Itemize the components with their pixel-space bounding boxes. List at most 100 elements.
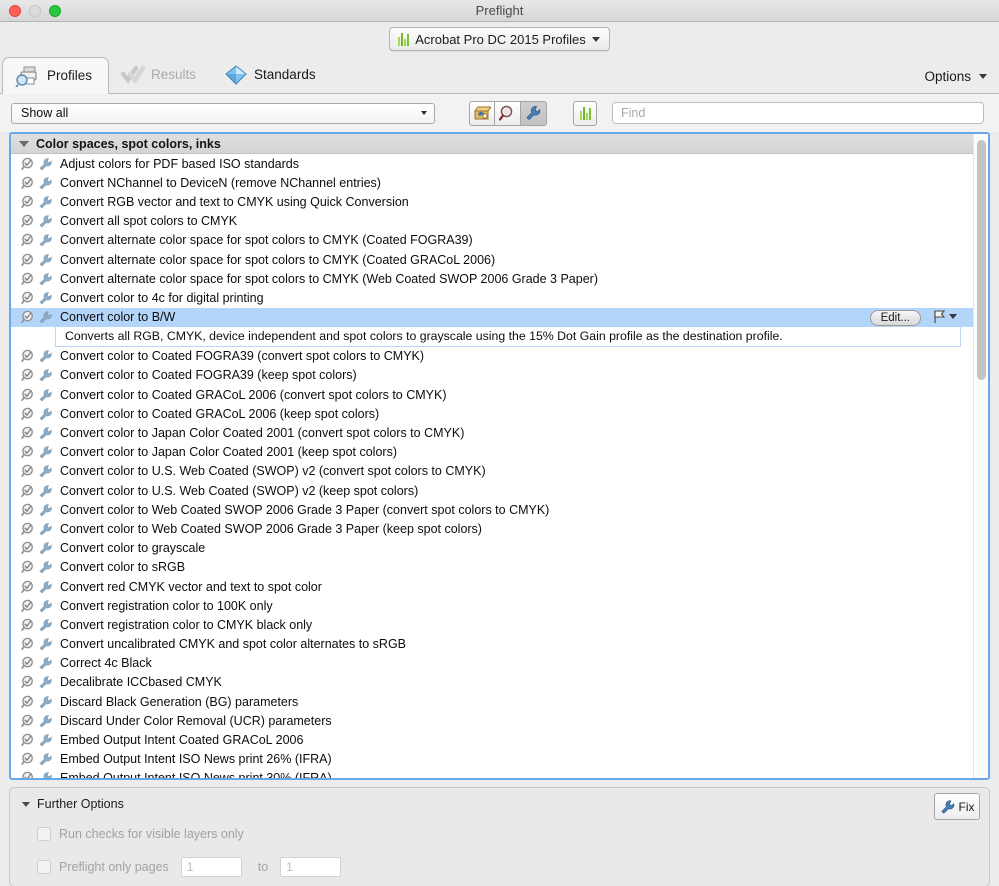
list-item[interactable]: Convert uncalibrated CMYK and spot color… [11, 635, 973, 654]
options-menu-button[interactable]: Options [924, 69, 987, 84]
list-item[interactable]: Embed Output Intent Coated GRACoL 2006 [11, 730, 973, 749]
fixup-wrench-icon [38, 157, 53, 171]
list-item-label: Convert color to Web Coated SWOP 2006 Gr… [60, 503, 549, 517]
fixup-wrench-icon [38, 637, 53, 651]
magnifier-icon [499, 105, 516, 121]
list-item[interactable]: Convert registration color to CMYK black… [11, 615, 973, 634]
tab-results-label: Results [151, 67, 196, 82]
further-options-label: Further Options [37, 797, 124, 811]
show-filter-dropdown[interactable]: Show all [11, 103, 435, 124]
preflight-pages-row[interactable]: Preflight only pages 1 to 1 [37, 857, 977, 877]
list-item[interactable]: Convert color to B/WEdit... [11, 308, 973, 327]
chevron-down-icon [421, 111, 427, 115]
inspect-check-icon [21, 695, 36, 709]
inspect-button[interactable] [495, 101, 521, 126]
page-from-input[interactable]: 1 [181, 857, 242, 877]
list-item-label: Embed Output Intent ISO News print 30% (… [60, 771, 332, 778]
edit-button[interactable]: Edit... [870, 310, 921, 326]
inspect-check-icon [21, 503, 36, 517]
list-item[interactable]: Convert color to grayscale [11, 539, 973, 558]
profile-flag-menu[interactable] [933, 310, 957, 324]
preflight-pages-checkbox[interactable] [37, 860, 51, 874]
find-scope-button[interactable] [573, 101, 597, 126]
list-item[interactable]: Embed Output Intent ISO News print 30% (… [11, 769, 973, 778]
fixup-wrench-icon [38, 195, 53, 209]
fixup-wrench-icon [38, 368, 53, 382]
list-item[interactable]: Convert registration color to 100K only [11, 596, 973, 615]
list-item-label: Convert all spot colors to CMYK [60, 214, 237, 228]
inspect-check-icon [21, 541, 36, 555]
list-item[interactable]: Convert color to Coated FOGRA39 (keep sp… [11, 366, 973, 385]
list-item-label: Convert color to U.S. Web Coated (SWOP) … [60, 484, 418, 498]
inspect-check-icon [21, 560, 36, 574]
checkmarks-icon [121, 65, 145, 85]
scrollbar-thumb[interactable] [977, 140, 986, 380]
list-item[interactable]: Convert color to Japan Color Coated 2001… [11, 423, 973, 442]
fixup-wrench-icon [38, 407, 53, 421]
inspect-check-icon [21, 253, 36, 267]
further-options-header[interactable]: Further Options [22, 797, 977, 811]
list-item[interactable]: Convert color to Web Coated SWOP 2006 Gr… [11, 500, 973, 519]
fixup-wrench-icon [38, 464, 53, 478]
list-item[interactable]: Convert color to U.S. Web Coated (SWOP) … [11, 481, 973, 500]
fixups-button[interactable] [521, 101, 547, 126]
list-item-label: Convert red CMYK vector and text to spot… [60, 580, 322, 594]
list-item[interactable]: Convert color to Japan Color Coated 2001… [11, 443, 973, 462]
list-item[interactable]: Convert color to sRGB [11, 558, 973, 577]
inspect-check-icon [21, 580, 36, 594]
fix-button[interactable]: Fix [934, 793, 980, 820]
list-item[interactable]: Convert color to Coated GRACoL 2006 (con… [11, 385, 973, 404]
list-item-label: Embed Output Intent ISO News print 26% (… [60, 752, 332, 766]
list-item[interactable]: Convert NChannel to DeviceN (remove NCha… [11, 173, 973, 192]
fixup-wrench-icon [38, 733, 53, 747]
package-wrench-icon [474, 105, 491, 121]
title-bar: Preflight [0, 0, 999, 22]
flag-icon [933, 310, 946, 324]
list-group-header[interactable]: Color spaces, spot colors, inks [11, 134, 973, 154]
fix-button-label: Fix [959, 800, 975, 814]
window-title: Preflight [0, 3, 999, 18]
list-item[interactable]: Discard Black Generation (BG) parameters [11, 692, 973, 711]
list-item[interactable]: Convert alternate color space for spot c… [11, 231, 973, 250]
list-item-label: Convert NChannel to DeviceN (remove NCha… [60, 176, 381, 190]
profile-set-dropdown[interactable]: Acrobat Pro DC 2015 Profiles [389, 27, 610, 51]
inspect-check-icon [21, 445, 36, 459]
fixup-wrench-icon [38, 522, 53, 536]
fixup-wrench-icon [38, 541, 53, 555]
list-item[interactable]: Correct 4c Black [11, 654, 973, 673]
package-wrench-button[interactable] [469, 101, 495, 126]
further-options-panel: Further Options Run checks for visible l… [9, 787, 990, 886]
list-item-label: Convert color to 4c for digital printing [60, 291, 264, 305]
list-item[interactable]: Convert color to Coated FOGRA39 (convert… [11, 347, 973, 366]
tab-profiles[interactable]: Profiles [2, 57, 109, 94]
list-item[interactable]: Decalibrate ICCbased CMYK [11, 673, 973, 692]
list-item[interactable]: Convert color to U.S. Web Coated (SWOP) … [11, 462, 973, 481]
visible-layers-row[interactable]: Run checks for visible layers only [37, 827, 977, 841]
list-item[interactable]: Embed Output Intent ISO News print 26% (… [11, 750, 973, 769]
page-to-input[interactable]: 1 [280, 857, 341, 877]
list-item[interactable]: Convert RGB vector and text to CMYK usin… [11, 192, 973, 211]
visible-layers-checkbox[interactable] [37, 827, 51, 841]
list-item[interactable]: Discard Under Color Removal (UCR) parame… [11, 711, 973, 730]
triangle-down-icon [22, 802, 30, 807]
inspect-check-icon [21, 656, 36, 670]
list-item[interactable]: Convert alternate color space for spot c… [11, 250, 973, 269]
tab-standards[interactable]: Standards [212, 56, 332, 93]
find-input[interactable]: Find [612, 102, 984, 124]
list-item[interactable]: Convert all spot colors to CMYK [11, 212, 973, 231]
list-item-label: Convert registration color to 100K only [60, 599, 273, 613]
list-item[interactable]: Adjust colors for PDF based ISO standard… [11, 154, 973, 173]
inspect-check-icon [21, 426, 36, 440]
list-item-label: Convert RGB vector and text to CMYK usin… [60, 195, 409, 209]
list-item[interactable]: Convert color to Web Coated SWOP 2006 Gr… [11, 519, 973, 538]
blue-diamond-icon [224, 64, 248, 86]
tab-results[interactable]: Results [109, 56, 212, 93]
list-item[interactable]: Convert red CMYK vector and text to spot… [11, 577, 973, 596]
list-item-label: Discard Under Color Removal (UCR) parame… [60, 714, 332, 728]
selected-profile-description: Converts all RGB, CMYK, device independe… [55, 327, 961, 347]
inspect-check-icon [21, 388, 36, 402]
list-scrollbar[interactable] [973, 134, 988, 778]
list-item[interactable]: Convert alternate color space for spot c… [11, 269, 973, 288]
list-item[interactable]: Convert color to 4c for digital printing [11, 288, 973, 307]
list-item[interactable]: Convert color to Coated GRACoL 2006 (kee… [11, 404, 973, 423]
